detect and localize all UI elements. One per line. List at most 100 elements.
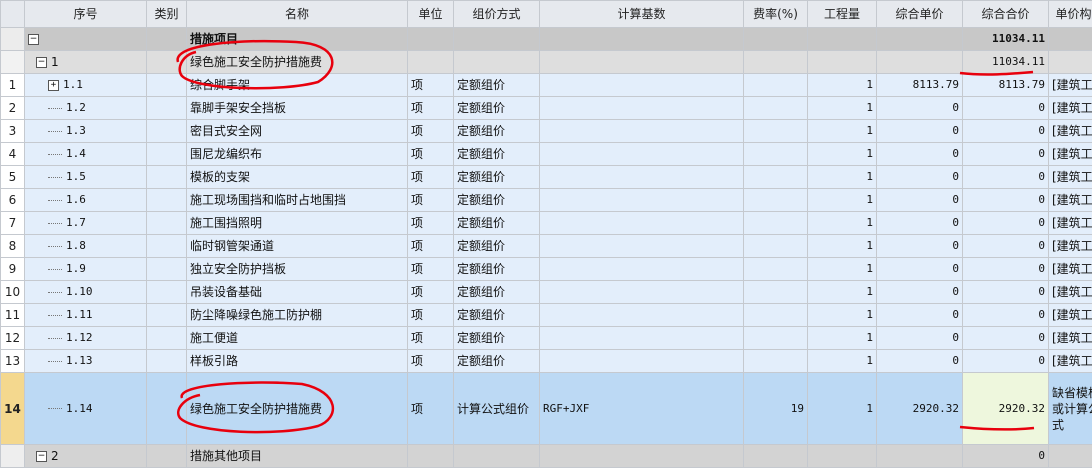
category-cell[interactable] (147, 28, 187, 51)
unit-price-cell[interactable]: 2920.32 (877, 373, 963, 445)
category-cell[interactable] (147, 445, 187, 468)
name-cell[interactable]: 施工现场围挡和临时占地围挡 (187, 189, 408, 212)
collapse-toggle[interactable]: − (36, 57, 47, 68)
row-number[interactable]: 5 (1, 166, 25, 189)
composition-cell[interactable]: [建筑工程( (1049, 304, 1092, 327)
quantity-cell[interactable]: 1 (808, 350, 877, 373)
base-cell[interactable] (540, 166, 744, 189)
composition-cell[interactable]: [建筑工程( (1049, 350, 1092, 373)
category-cell[interactable] (147, 212, 187, 235)
name-cell[interactable]: 施工便道 (187, 327, 408, 350)
category-cell[interactable] (147, 327, 187, 350)
base-cell[interactable] (540, 304, 744, 327)
row-number[interactable] (1, 445, 25, 468)
unit-price-cell[interactable] (877, 28, 963, 51)
total-cell[interactable]: 0 (963, 281, 1049, 304)
composition-cell[interactable]: [建筑工程( (1049, 97, 1092, 120)
total-cell[interactable]: 2920.32 (963, 373, 1049, 445)
other-items-row[interactable]: −2 措施其他项目 0 (1, 445, 1092, 468)
collapse-toggle[interactable]: − (28, 34, 39, 45)
table-row[interactable]: 41.4围尼龙编织布项定额组价100[建筑工程( (1, 143, 1092, 166)
name-cell[interactable]: 密目式安全网 (187, 120, 408, 143)
quantity-cell[interactable]: 1 (808, 327, 877, 350)
unit-cell[interactable]: 项 (408, 120, 454, 143)
category-cell[interactable] (147, 166, 187, 189)
rate-cell[interactable] (744, 51, 808, 74)
total-cell[interactable]: 0 (963, 445, 1049, 468)
base-cell[interactable] (540, 74, 744, 97)
base-cell[interactable] (540, 143, 744, 166)
category-cell[interactable] (147, 51, 187, 74)
category-cell[interactable] (147, 258, 187, 281)
row-number[interactable]: 13 (1, 350, 25, 373)
rate-cell[interactable] (744, 235, 808, 258)
quantity-cell[interactable]: 1 (808, 281, 877, 304)
unit-price-cell[interactable]: 0 (877, 143, 963, 166)
rate-cell[interactable] (744, 445, 808, 468)
unit-cell[interactable]: 项 (408, 189, 454, 212)
quantity-cell[interactable]: 1 (808, 143, 877, 166)
unit-cell[interactable]: 项 (408, 327, 454, 350)
base-cell[interactable] (540, 445, 744, 468)
selected-row[interactable]: 14 1.14 绿色施工安全防护措施费 项 计算公式组价 RGF+JXF 19 … (1, 373, 1092, 445)
name-cell[interactable]: 吊装设备基础 (187, 281, 408, 304)
pricing-cell[interactable]: 计算公式组价 (454, 373, 540, 445)
name-cell[interactable]: 模板的支架 (187, 166, 408, 189)
table-row[interactable]: 31.3密目式安全网项定额组价100[建筑工程( (1, 120, 1092, 143)
table-row[interactable]: 1+1.1综合脚手架项定额组价18113.798113.79[建筑工程( (1, 74, 1092, 97)
rate-cell[interactable] (744, 212, 808, 235)
quantity-cell[interactable]: 1 (808, 304, 877, 327)
base-cell[interactable] (540, 350, 744, 373)
unit-cell[interactable]: 项 (408, 143, 454, 166)
composition-cell[interactable]: [建筑工程( (1049, 281, 1092, 304)
total-cell[interactable]: 0 (963, 212, 1049, 235)
quantity-cell[interactable]: 1 (808, 373, 877, 445)
unit-price-cell[interactable]: 0 (877, 281, 963, 304)
unit-price-cell[interactable]: 0 (877, 327, 963, 350)
col-header-rate[interactable]: 费率(%) (744, 1, 808, 28)
total-cell[interactable]: 0 (963, 327, 1049, 350)
name-cell[interactable]: 绿色施工安全防护措施费 (187, 373, 408, 445)
unit-price-cell[interactable]: 0 (877, 97, 963, 120)
name-cell[interactable]: 措施项目 (187, 28, 408, 51)
subgroup-row[interactable]: −1 绿色施工安全防护措施费 11034.11 (1, 51, 1092, 74)
table-row[interactable]: 91.9独立安全防护挡板项定额组价100[建筑工程( (1, 258, 1092, 281)
pricing-cell[interactable]: 定额组价 (454, 235, 540, 258)
pricing-cell[interactable] (454, 51, 540, 74)
rate-cell[interactable] (744, 28, 808, 51)
unit-cell[interactable]: 项 (408, 373, 454, 445)
group-row[interactable]: − 措施项目 11034.11 (1, 28, 1092, 51)
row-number[interactable]: 14 (1, 373, 25, 445)
unit-cell[interactable]: 项 (408, 235, 454, 258)
base-cell[interactable] (540, 327, 744, 350)
pricing-cell[interactable]: 定额组价 (454, 212, 540, 235)
unit-price-cell[interactable]: 0 (877, 189, 963, 212)
unit-price-cell[interactable] (877, 51, 963, 74)
base-cell[interactable] (540, 97, 744, 120)
col-header-total[interactable]: 综合合价 (963, 1, 1049, 28)
pricing-cell[interactable]: 定额组价 (454, 120, 540, 143)
category-cell[interactable] (147, 189, 187, 212)
table-row[interactable]: 111.11防尘降噪绿色施工防护棚项定额组价100[建筑工程( (1, 304, 1092, 327)
row-number[interactable] (1, 51, 25, 74)
category-cell[interactable] (147, 281, 187, 304)
unit-price-cell[interactable]: 0 (877, 258, 963, 281)
category-cell[interactable] (147, 143, 187, 166)
total-cell[interactable]: 0 (963, 258, 1049, 281)
col-header-unit-price[interactable]: 综合单价 (877, 1, 963, 28)
base-cell[interactable] (540, 51, 744, 74)
total-cell[interactable]: 11034.11 (963, 51, 1049, 74)
unit-price-cell[interactable]: 0 (877, 304, 963, 327)
col-header-category[interactable]: 类别 (147, 1, 187, 28)
pricing-cell[interactable]: 定额组价 (454, 166, 540, 189)
unit-cell[interactable]: 项 (408, 166, 454, 189)
row-number[interactable]: 4 (1, 143, 25, 166)
unit-cell[interactable] (408, 28, 454, 51)
rate-cell[interactable] (744, 327, 808, 350)
quantity-cell[interactable]: 1 (808, 120, 877, 143)
composition-cell[interactable]: [建筑工程( (1049, 212, 1092, 235)
col-header-composition[interactable]: 单价构成 (1049, 1, 1092, 28)
table-row[interactable]: 121.12施工便道项定额组价100[建筑工程( (1, 327, 1092, 350)
quantity-cell[interactable]: 1 (808, 97, 877, 120)
unit-cell[interactable]: 项 (408, 304, 454, 327)
